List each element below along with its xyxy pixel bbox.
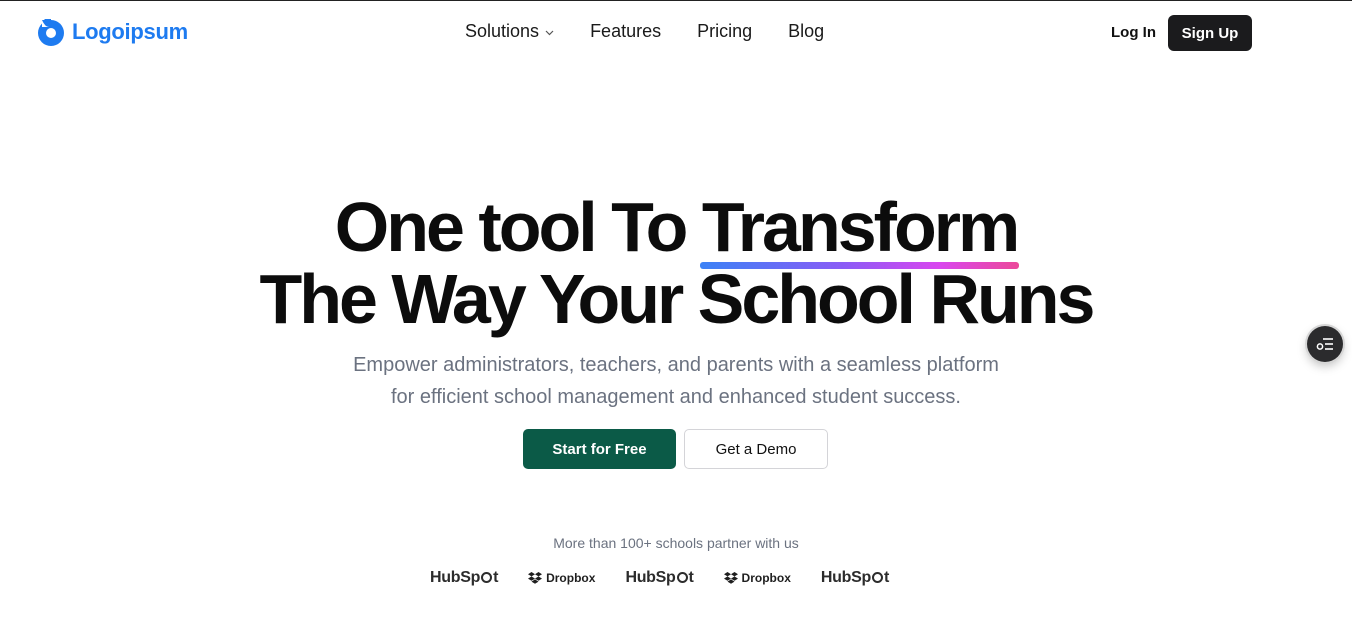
- hubspot-sprocket-icon: [676, 572, 688, 583]
- dropbox-logo: Dropbox: [723, 571, 791, 585]
- nav-item-pricing[interactable]: Pricing: [697, 21, 752, 42]
- logoipsum-logo-icon: [38, 19, 64, 46]
- nav-item-features[interactable]: Features: [590, 21, 661, 42]
- hero-title: One tool To Transform The Way Your Schoo…: [0, 191, 1352, 335]
- hero-title-highlight: Transform: [699, 188, 1020, 269]
- hubspot-wordmark: HubSp t: [820, 569, 889, 586]
- nav-item-label: Blog: [788, 21, 825, 41]
- hubspot-sprocket-icon: [871, 572, 883, 583]
- hubspot-wordmark: HubSp t: [625, 569, 694, 586]
- dropbox-icon: [528, 571, 543, 584]
- nav-item-label: Features: [590, 21, 662, 41]
- start-for-free-button[interactable]: Start for Free: [523, 429, 676, 469]
- brand-logo[interactable]: Logoipsum: [36, 17, 188, 47]
- hubspot-wordmark: HubSp t: [430, 569, 499, 586]
- partner-logos: HubSp t Dropbox HubSp t Dropbox HubSp t: [430, 569, 889, 587]
- list-settings-icon: [1316, 338, 1333, 350]
- hero-title-line-2: The Way Your School Runs: [259, 260, 1096, 338]
- dropbox-wordmark: Dropbox: [546, 571, 596, 585]
- hubspot-sprocket-icon: [481, 572, 493, 583]
- hubspot-logo: HubSp t: [625, 569, 693, 587]
- nav-item-label: Pricing: [697, 21, 753, 41]
- dropbox-icon: [723, 571, 738, 584]
- login-link[interactable]: Log In: [1111, 24, 1156, 41]
- get-a-demo-button[interactable]: Get a Demo: [684, 429, 828, 469]
- nav-item-solutions[interactable]: Solutions: [465, 21, 554, 42]
- site-header: Logoipsum Solutions Features Pricing Blo…: [0, 1, 1352, 65]
- main-nav: Solutions Features Pricing Blog: [465, 21, 824, 42]
- hero-subtitle-line-2: for efficient school management and enha…: [391, 386, 961, 408]
- nav-item-blog[interactable]: Blog: [788, 21, 824, 42]
- nav-item-label: Solutions: [465, 21, 540, 41]
- partners-caption: More than 100+ schools partner with us: [553, 535, 799, 551]
- hero-title-line-1: One tool To Transform: [0, 188, 1352, 269]
- gradient-underline: [699, 262, 1020, 269]
- brand-name: Logoipsum: [72, 19, 188, 44]
- signup-button[interactable]: Sign Up: [1168, 15, 1252, 51]
- hubspot-logo: HubSp t: [821, 569, 889, 587]
- hero-subtitle: Empower administrators, teachers, and pa…: [0, 349, 1352, 413]
- chevron-down-icon: [545, 30, 554, 35]
- dropbox-logo: Dropbox: [528, 571, 595, 585]
- hero-title-prefix: One tool To: [334, 188, 702, 266]
- dropbox-wordmark: Dropbox: [741, 571, 791, 585]
- hero-subtitle-line-1: Empower administrators, teachers, and pa…: [353, 354, 999, 376]
- hubspot-logo: HubSp t: [430, 569, 498, 587]
- floating-settings-button[interactable]: [1307, 326, 1343, 362]
- hero-title-highlight-text: Transform: [701, 188, 1020, 266]
